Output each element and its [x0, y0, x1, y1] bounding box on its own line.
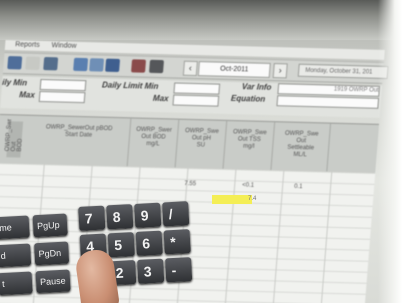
- end-key[interactable]: d: [0, 243, 32, 268]
- highlighted-cell[interactable]: [212, 195, 252, 204]
- key-6[interactable]: 6: [135, 230, 163, 256]
- tss-cell[interactable]: <0.1: [242, 182, 254, 188]
- key-5[interactable]: 5: [107, 232, 135, 258]
- daily-limit-min-label: Daily Limit Min: [101, 80, 159, 92]
- print-key[interactable]: t: [0, 271, 33, 296]
- edit-icon[interactable]: [43, 57, 59, 71]
- equation-label: Equation: [230, 94, 266, 104]
- column-header[interactable]: OWRP_SewerOut pBOD Start Date: [25, 115, 132, 167]
- max-label: Max: [18, 90, 36, 100]
- key-8[interactable]: 8: [106, 204, 134, 230]
- photo: Reports Window ‹ Oct-2011 › Monday, Octo…: [0, 0, 402, 303]
- key-divide[interactable]: /: [162, 201, 190, 227]
- menu-item[interactable]: Reports: [15, 41, 40, 49]
- row-header: OWRP_Swr Out BOD: [4, 118, 24, 158]
- daily-min-label: ily Min: [1, 77, 28, 88]
- column-header[interactable]: OWRP_Swe Out pH SU: [175, 119, 228, 169]
- save-icon[interactable]: [7, 56, 23, 70]
- column-header[interactable]: OWRP_Swe Out TSS mg/l: [223, 120, 276, 171]
- key-minus[interactable]: -: [165, 257, 193, 283]
- monitor-bezel: [0, 0, 402, 40]
- var-info-label: Var Info: [241, 82, 272, 93]
- column-header: OWRP_Swr Out BOD: [4, 118, 24, 152]
- user-icon[interactable]: [148, 59, 164, 74]
- pgdn-key[interactable]: PgDn: [34, 241, 70, 266]
- key-9[interactable]: 9: [134, 202, 162, 228]
- highlighted-cell-value: 7.4: [248, 196, 257, 202]
- pgup-key[interactable]: PgUp: [32, 213, 68, 238]
- pause-key[interactable]: Pause: [35, 269, 71, 294]
- data-icon[interactable]: [73, 57, 89, 72]
- key-multiply[interactable]: *: [163, 229, 191, 255]
- next-period-button[interactable]: ›: [272, 63, 288, 79]
- glare: [378, 0, 402, 303]
- ph-cell[interactable]: 7.55: [184, 181, 196, 187]
- equation-field[interactable]: [276, 95, 380, 109]
- calculator-icon[interactable]: [105, 58, 121, 73]
- print-icon[interactable]: [25, 56, 41, 70]
- daily-min-field[interactable]: [39, 78, 87, 92]
- prev-period-button[interactable]: ‹: [182, 60, 198, 77]
- key-7[interactable]: 7: [78, 205, 106, 231]
- menu-item[interactable]: Window: [51, 42, 76, 50]
- settleable-cell[interactable]: 0.1: [294, 184, 303, 190]
- column-header[interactable]: OWRP_Swe Out Settleable ML/L: [271, 122, 332, 172]
- limit-max-label: Max: [152, 93, 169, 104]
- home-key[interactable]: me: [0, 215, 30, 240]
- date-display: Monday, October 31, 201: [297, 63, 389, 80]
- period-field[interactable]: Oct-2011: [197, 61, 271, 78]
- key-3[interactable]: 3: [137, 258, 165, 284]
- column-header[interactable]: OWRP_Swer Out BOD mg/L: [127, 118, 180, 168]
- limit-max-field[interactable]: [172, 94, 220, 107]
- chart-icon[interactable]: [89, 58, 105, 72]
- tool-icon[interactable]: [131, 59, 147, 73]
- max-field[interactable]: [38, 90, 86, 104]
- daily-limit-min-field[interactable]: [173, 82, 221, 95]
